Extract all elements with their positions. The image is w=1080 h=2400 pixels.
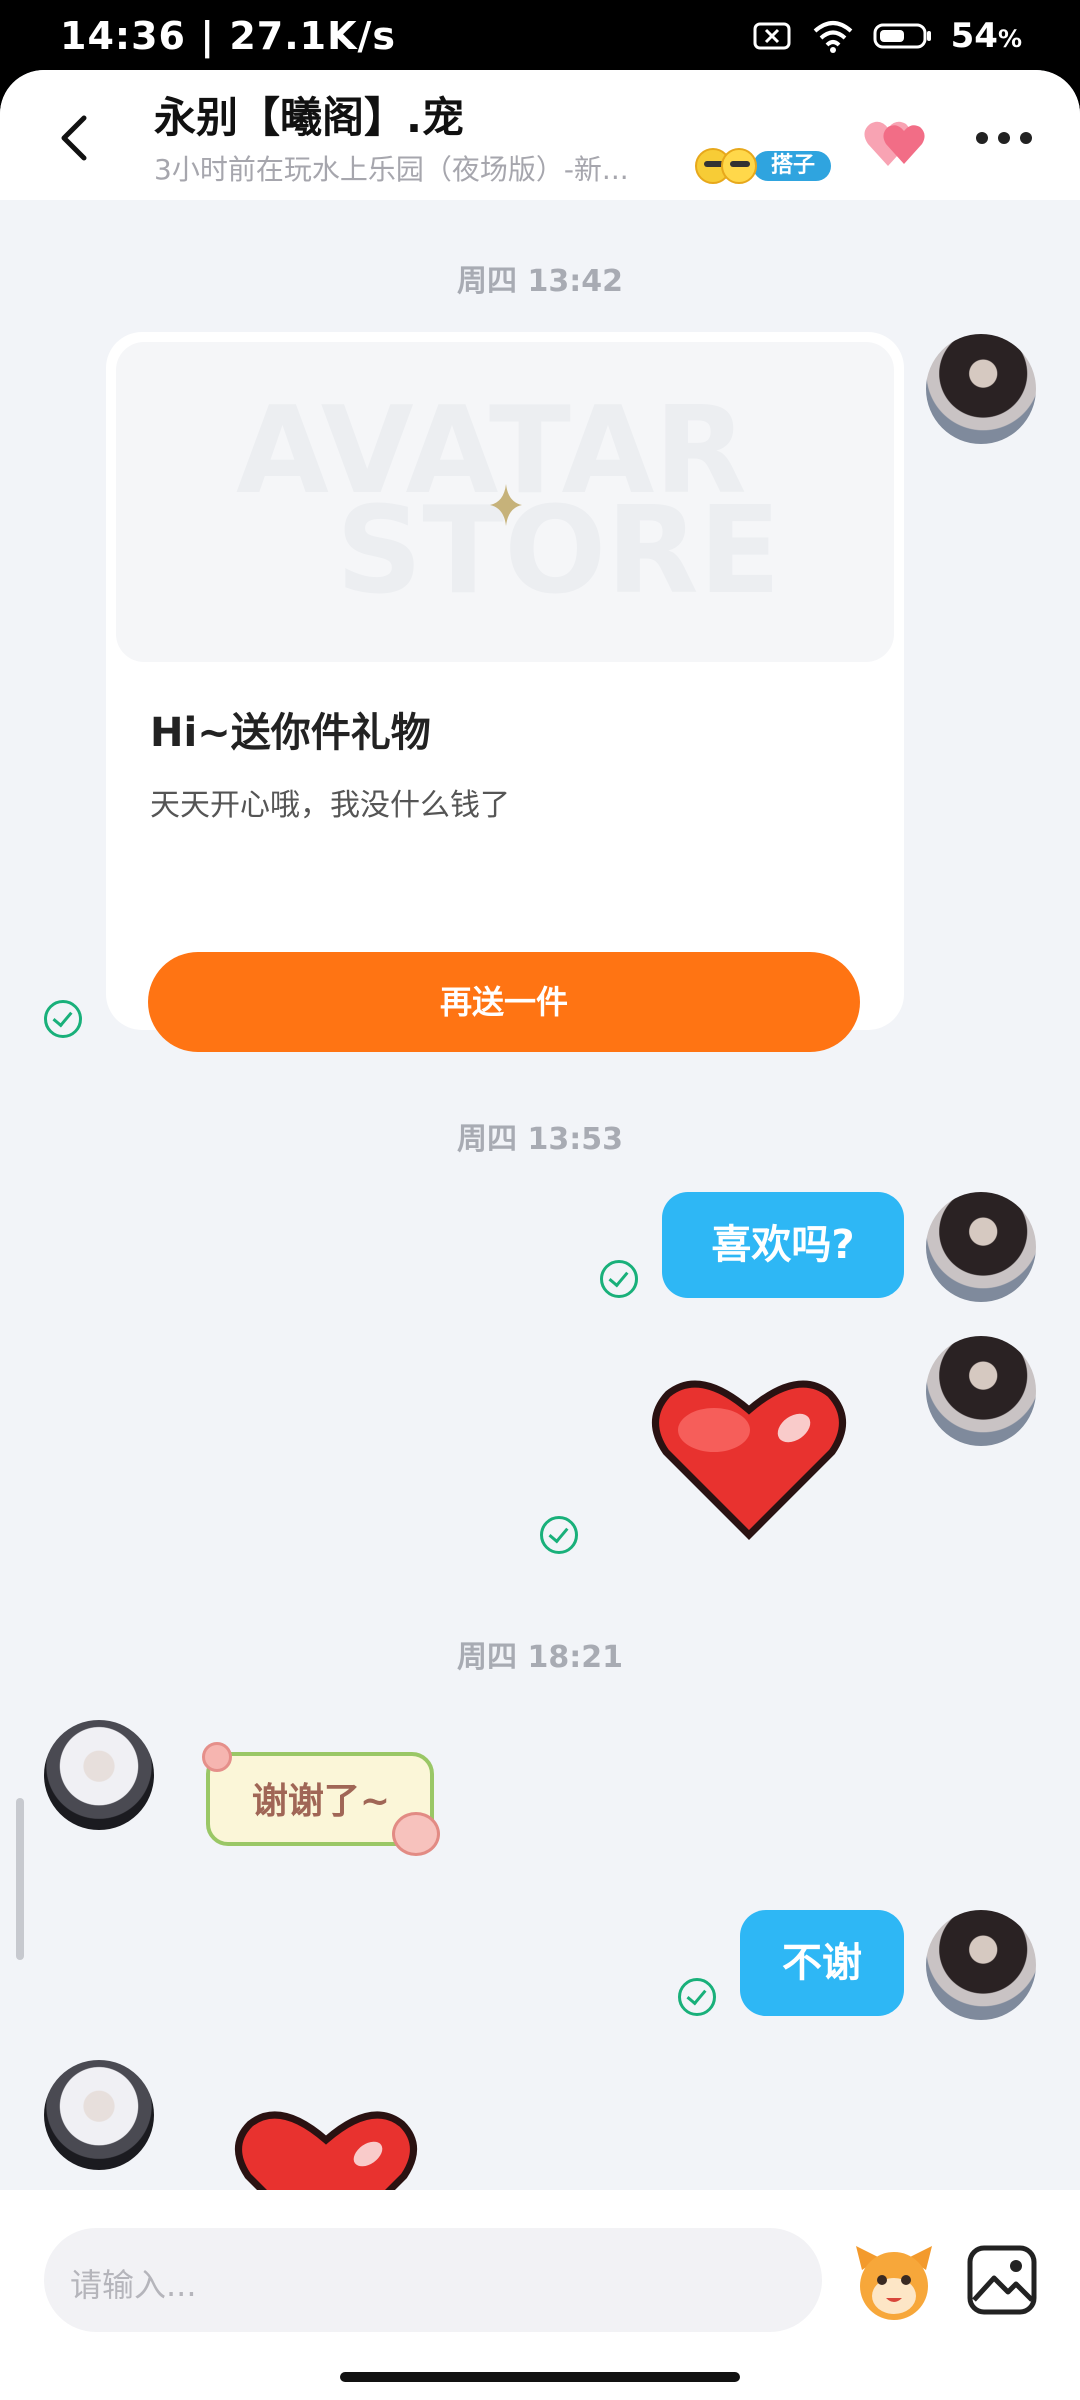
heart-icon[interactable]: [862, 114, 932, 170]
message-bubble[interactable]: 不谢: [740, 1910, 904, 2016]
status-network-speed: 27.1K/s: [229, 14, 397, 58]
wifi-icon: [813, 21, 852, 53]
sparkle-icon: [490, 484, 522, 526]
battery-percent: 54: [950, 16, 998, 56]
battery-level: 54%: [951, 16, 1022, 56]
gift-card[interactable]: AVATAR STORE Hi~送你件礼物 天天开心哦，我没什么钱了 再送一件: [106, 332, 904, 1052]
timestamp: 周四 13:42: [457, 264, 623, 299]
more-dot: [1020, 132, 1032, 144]
avatar[interactable]: [926, 1910, 1036, 2020]
chat-header: 永别【曦阁】.宠 3小时前在玩水上乐园（夜场版）-新... 搭子: [0, 70, 1080, 200]
check-icon: [678, 1978, 716, 2016]
avatar[interactable]: [926, 1336, 1036, 1446]
more-dot: [976, 132, 988, 144]
status-bar: 14:36 | 27.1K/s 54%: [0, 0, 1080, 70]
avatar[interactable]: [44, 2060, 154, 2170]
scrollbar[interactable]: [16, 1798, 24, 1960]
status-time: 14:36: [60, 14, 186, 58]
tag-label: 搭子: [753, 151, 832, 181]
status-separator: |: [200, 14, 230, 58]
battery-unit: %: [997, 25, 1022, 53]
battery-icon: [873, 23, 931, 49]
status-right: 54%: [753, 16, 1022, 56]
gift-description: 天天开心哦，我没什么钱了: [150, 788, 510, 823]
check-icon: [540, 1516, 578, 1554]
more-icon[interactable]: [976, 128, 1032, 148]
back-icon[interactable]: [50, 102, 106, 174]
status-left: 14:36 | 27.1K/s: [60, 14, 396, 58]
sticker-flower: [202, 1742, 232, 1772]
star-eyes-emoji-icon: [721, 148, 757, 184]
chat-screen: 永别【曦阁】.宠 3小时前在玩水上乐园（夜场版）-新... 搭子 周四 13:4…: [0, 70, 1080, 2400]
home-indicator[interactable]: [340, 2372, 740, 2382]
gift-title: Hi~送你件礼物: [150, 710, 431, 756]
timestamp: 周四 18:21: [457, 1640, 623, 1675]
more-dot: [998, 132, 1010, 144]
send-another-button[interactable]: 再送一件: [148, 952, 860, 1052]
chat-title[interactable]: 永别【曦阁】.宠: [154, 84, 464, 145]
check-icon: [44, 1000, 82, 1038]
emoji-icon[interactable]: [852, 2240, 936, 2324]
sticker-mascot: [392, 1812, 440, 1856]
sticker-text: 谢谢了~: [251, 1781, 391, 1822]
avatar[interactable]: [926, 1192, 1036, 1302]
thanks-sticker[interactable]: 谢谢了~: [202, 1742, 442, 1856]
gift-image[interactable]: AVATAR STORE: [116, 342, 894, 662]
input-bar: 请输入...: [0, 2190, 1080, 2400]
gift-watermark: STORE: [336, 482, 781, 621]
heart-sticker[interactable]: [228, 2104, 424, 2204]
image-icon[interactable]: [964, 2242, 1040, 2318]
message-bubble[interactable]: 喜欢吗?: [662, 1192, 904, 1298]
check-icon: [600, 1260, 638, 1298]
chat-subtitle[interactable]: 3小时前在玩水上乐园（夜场版）-新...: [154, 148, 674, 188]
timestamp: 周四 13:53: [457, 1122, 623, 1157]
heart-sticker[interactable]: [644, 1370, 854, 1550]
avatar[interactable]: [926, 334, 1036, 444]
message-input[interactable]: 请输入...: [44, 2228, 822, 2332]
avatar[interactable]: [44, 1720, 154, 1830]
input-placeholder: 请输入...: [70, 2266, 197, 2304]
sim-icon: [753, 22, 791, 50]
partner-tag[interactable]: 搭子: [695, 146, 832, 186]
